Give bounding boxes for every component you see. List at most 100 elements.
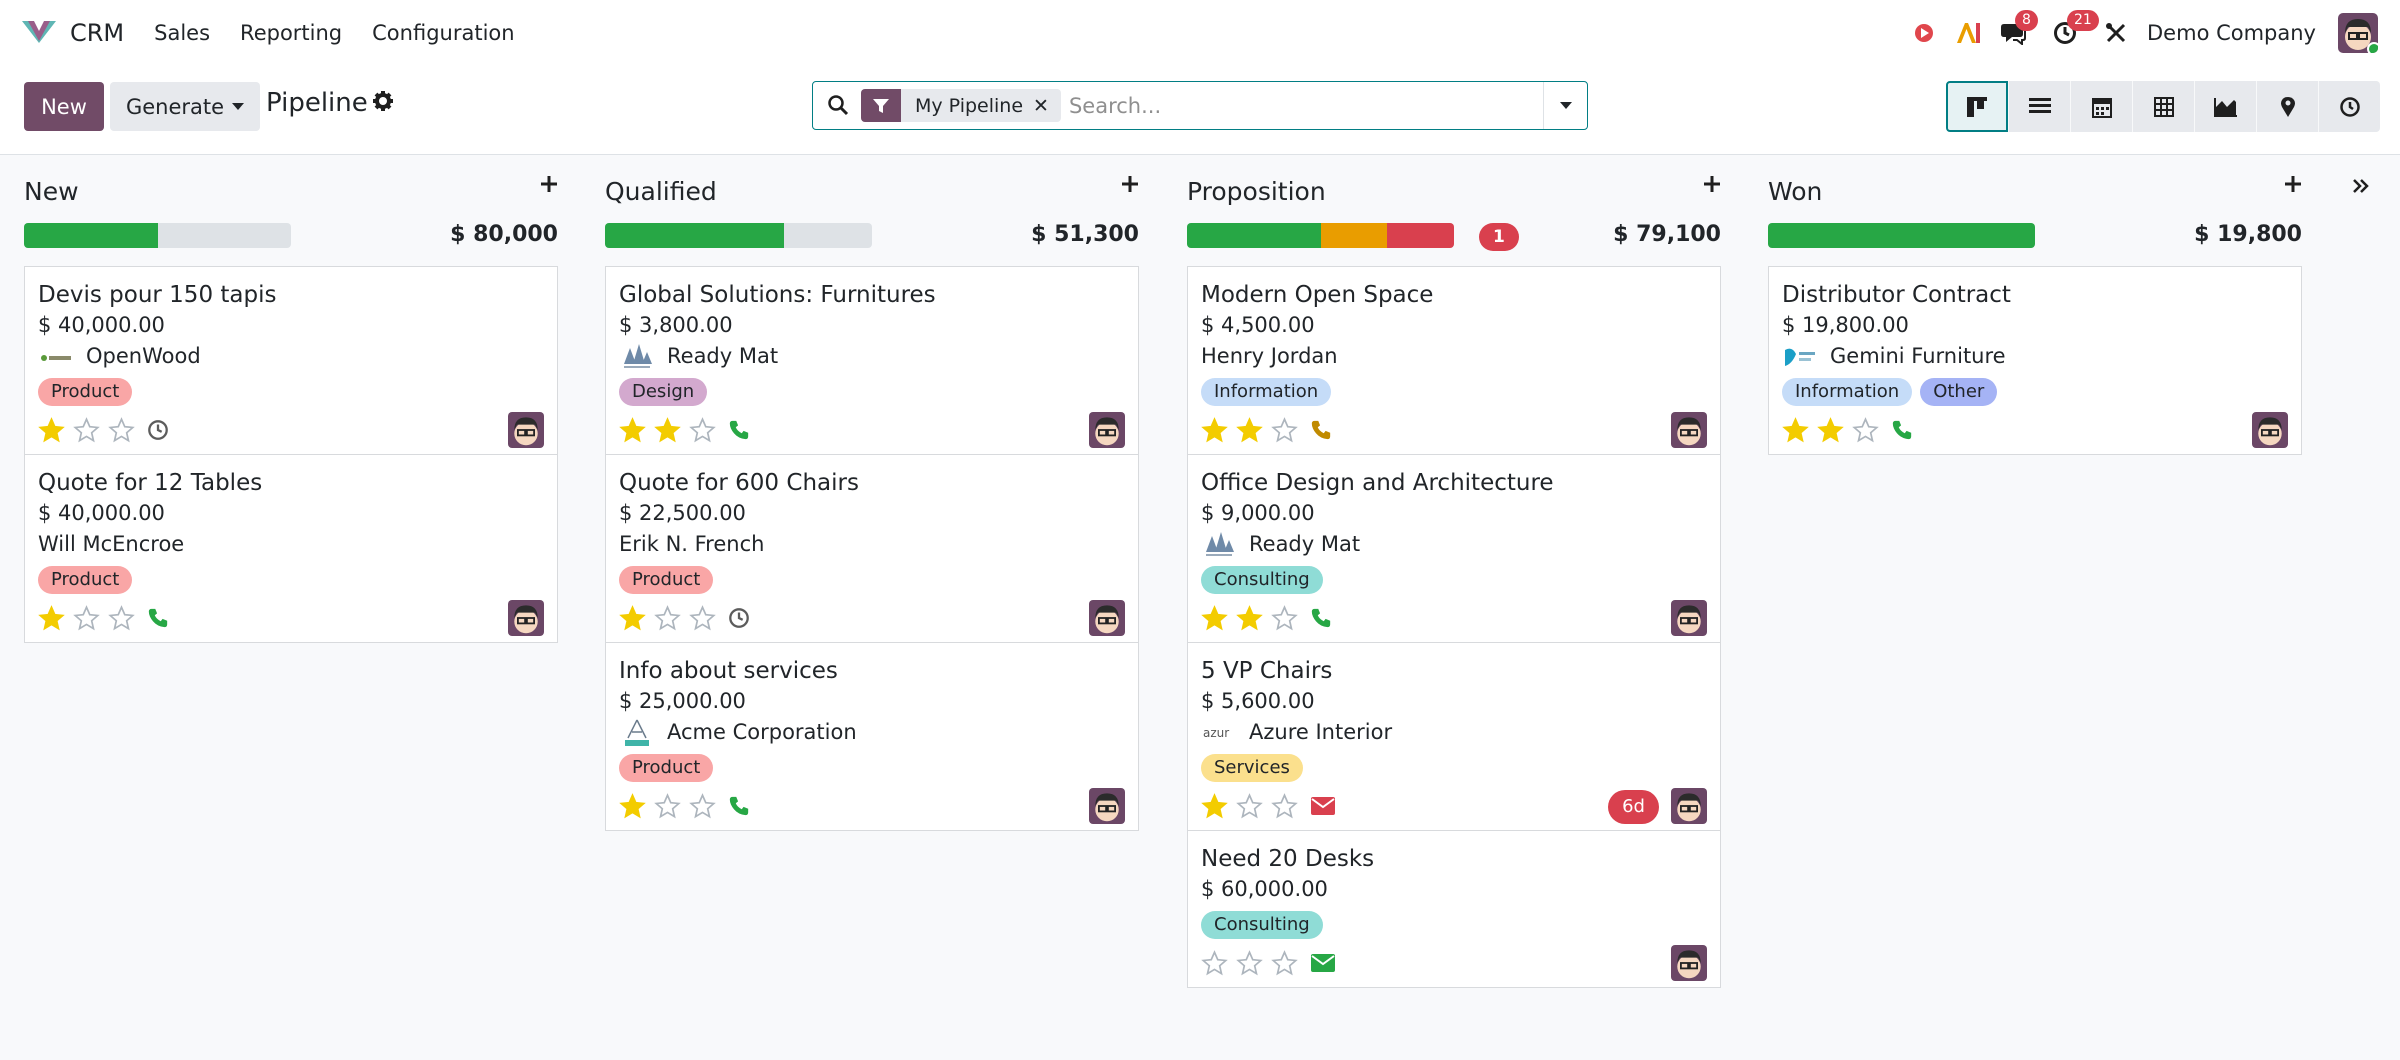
column-title[interactable]: Qualified bbox=[605, 177, 717, 206]
calendar-view-button[interactable] bbox=[2070, 81, 2132, 132]
star-empty-icon[interactable] bbox=[1271, 792, 1298, 820]
phone-icon[interactable] bbox=[1891, 419, 1913, 441]
star-empty-icon[interactable] bbox=[1271, 416, 1298, 444]
menu-configuration[interactable]: Configuration bbox=[372, 21, 514, 45]
app-brand[interactable]: CRM bbox=[20, 17, 124, 49]
kanban-card[interactable]: Need 20 Desks $ 60,000.00 Consulting bbox=[1188, 831, 1720, 987]
menu-reporting[interactable]: Reporting bbox=[240, 21, 342, 45]
tools-icon[interactable] bbox=[2105, 22, 2127, 44]
list-view-button[interactable] bbox=[2008, 81, 2070, 132]
star-filled-icon[interactable] bbox=[1201, 604, 1228, 632]
kanban-view-button[interactable] bbox=[1946, 81, 2008, 132]
progress-planned-segment[interactable] bbox=[1187, 223, 1321, 248]
column-progress-bar[interactable] bbox=[1187, 223, 1454, 248]
quick-create-plus-icon[interactable] bbox=[2284, 175, 2302, 197]
star-empty-icon[interactable] bbox=[689, 792, 716, 820]
generate-button[interactable]: Generate bbox=[110, 82, 260, 131]
graph-view-button[interactable] bbox=[2194, 81, 2256, 132]
star-filled-icon[interactable] bbox=[38, 416, 65, 444]
column-overdue-badge[interactable]: 1 bbox=[1479, 223, 1519, 251]
progress-today-segment[interactable] bbox=[1320, 223, 1388, 248]
star-filled-icon[interactable] bbox=[1201, 416, 1228, 444]
salesperson-avatar[interactable] bbox=[2252, 412, 2288, 448]
pivot-view-button[interactable] bbox=[2132, 81, 2194, 132]
star-empty-icon[interactable] bbox=[73, 604, 100, 632]
gear-icon[interactable] bbox=[372, 90, 394, 116]
star-filled-icon[interactable] bbox=[619, 604, 646, 632]
phone-icon[interactable] bbox=[728, 795, 750, 817]
star-empty-icon[interactable] bbox=[1271, 604, 1298, 632]
new-button[interactable]: New bbox=[24, 82, 104, 131]
record-icon[interactable] bbox=[1913, 22, 1935, 44]
column-title[interactable]: Proposition bbox=[1187, 177, 1326, 206]
clock-icon[interactable] bbox=[147, 419, 169, 441]
progress-planned-segment[interactable] bbox=[605, 223, 784, 248]
star-filled-icon[interactable] bbox=[619, 416, 646, 444]
menu-sales[interactable]: Sales bbox=[154, 21, 210, 45]
company-switcher[interactable]: Demo Company bbox=[2147, 21, 2316, 45]
salesperson-avatar[interactable] bbox=[1089, 788, 1125, 824]
salesperson-avatar[interactable] bbox=[1671, 600, 1707, 636]
salesperson-avatar[interactable] bbox=[1089, 412, 1125, 448]
salesperson-avatar[interactable] bbox=[1671, 945, 1707, 981]
star-empty-icon[interactable] bbox=[1236, 949, 1263, 977]
filter-facet[interactable]: My Pipeline ✕ bbox=[861, 89, 1061, 122]
kanban-card[interactable]: Info about services $ 25,000.00 Acme Corpo… bbox=[606, 643, 1138, 830]
star-empty-icon[interactable] bbox=[654, 604, 681, 632]
envelope-icon[interactable] bbox=[1310, 795, 1336, 817]
search-input[interactable] bbox=[1068, 93, 1429, 118]
star-filled-icon[interactable] bbox=[1236, 604, 1263, 632]
phone-icon[interactable] bbox=[1310, 419, 1332, 441]
fold-columns-icon[interactable] bbox=[2352, 178, 2370, 198]
kanban-card[interactable]: Modern Open Space $ 4,500.00 Henry Jordan I… bbox=[1188, 267, 1720, 455]
remove-facet-icon[interactable]: ✕ bbox=[1033, 95, 1061, 117]
salesperson-avatar[interactable] bbox=[1671, 788, 1707, 824]
progress-overdue-segment[interactable] bbox=[1387, 223, 1454, 248]
star-empty-icon[interactable] bbox=[108, 416, 135, 444]
kanban-card[interactable]: Office Design and Architecture $ 9,000.00… bbox=[1188, 455, 1720, 643]
star-filled-icon[interactable] bbox=[1817, 416, 1844, 444]
column-progress-bar[interactable] bbox=[605, 223, 872, 248]
star-filled-icon[interactable] bbox=[38, 604, 65, 632]
star-empty-icon[interactable] bbox=[654, 792, 681, 820]
messages-icon[interactable]: 8 bbox=[2001, 10, 2038, 45]
column-progress-bar[interactable] bbox=[1768, 223, 2035, 248]
activity-view-button[interactable] bbox=[2318, 81, 2380, 132]
kanban-card[interactable]: 5 VP Chairs $ 5,600.00 azur Azure Interior S… bbox=[1188, 643, 1720, 831]
kanban-card[interactable]: Quote for 600 Chairs $ 22,500.00 Erik N. F… bbox=[606, 455, 1138, 643]
column-title[interactable]: New bbox=[24, 177, 79, 206]
salesperson-avatar[interactable] bbox=[508, 600, 544, 636]
star-filled-icon[interactable] bbox=[619, 792, 646, 820]
quick-create-plus-icon[interactable] bbox=[540, 175, 558, 197]
star-filled-icon[interactable] bbox=[1782, 416, 1809, 444]
column-title[interactable]: Won bbox=[1768, 177, 1822, 206]
ai-icon[interactable] bbox=[1955, 21, 1981, 45]
search-options-toggle[interactable] bbox=[1543, 82, 1587, 129]
star-empty-icon[interactable] bbox=[689, 604, 716, 632]
star-empty-icon[interactable] bbox=[108, 604, 135, 632]
salesperson-avatar[interactable] bbox=[508, 412, 544, 448]
salesperson-avatar[interactable] bbox=[1089, 600, 1125, 636]
phone-icon[interactable] bbox=[147, 607, 169, 629]
search-bar[interactable]: My Pipeline ✕ bbox=[812, 81, 1588, 130]
salesperson-avatar[interactable] bbox=[1671, 412, 1707, 448]
star-empty-icon[interactable] bbox=[1236, 792, 1263, 820]
phone-icon[interactable] bbox=[728, 419, 750, 441]
user-avatar[interactable] bbox=[2338, 13, 2378, 53]
activities-icon[interactable]: 21 bbox=[2053, 10, 2099, 45]
column-progress-bar[interactable] bbox=[24, 223, 291, 248]
star-empty-icon[interactable] bbox=[689, 416, 716, 444]
clock-icon[interactable] bbox=[728, 607, 750, 629]
envelope-icon[interactable] bbox=[1310, 952, 1336, 974]
star-empty-icon[interactable] bbox=[1201, 949, 1228, 977]
quick-create-plus-icon[interactable] bbox=[1703, 175, 1721, 197]
kanban-card[interactable]: Distributor Contract $ 19,800.00 Gemini Fu… bbox=[1769, 267, 2301, 454]
star-empty-icon[interactable] bbox=[1852, 416, 1879, 444]
star-filled-icon[interactable] bbox=[654, 416, 681, 444]
kanban-card[interactable]: Global Solutions: Furnitures $ 3,800.00 Re… bbox=[606, 267, 1138, 455]
star-filled-icon[interactable] bbox=[1201, 792, 1228, 820]
star-empty-icon[interactable] bbox=[73, 416, 100, 444]
progress-planned-segment[interactable] bbox=[1768, 223, 2035, 248]
quick-create-plus-icon[interactable] bbox=[1121, 175, 1139, 197]
phone-icon[interactable] bbox=[1310, 607, 1332, 629]
